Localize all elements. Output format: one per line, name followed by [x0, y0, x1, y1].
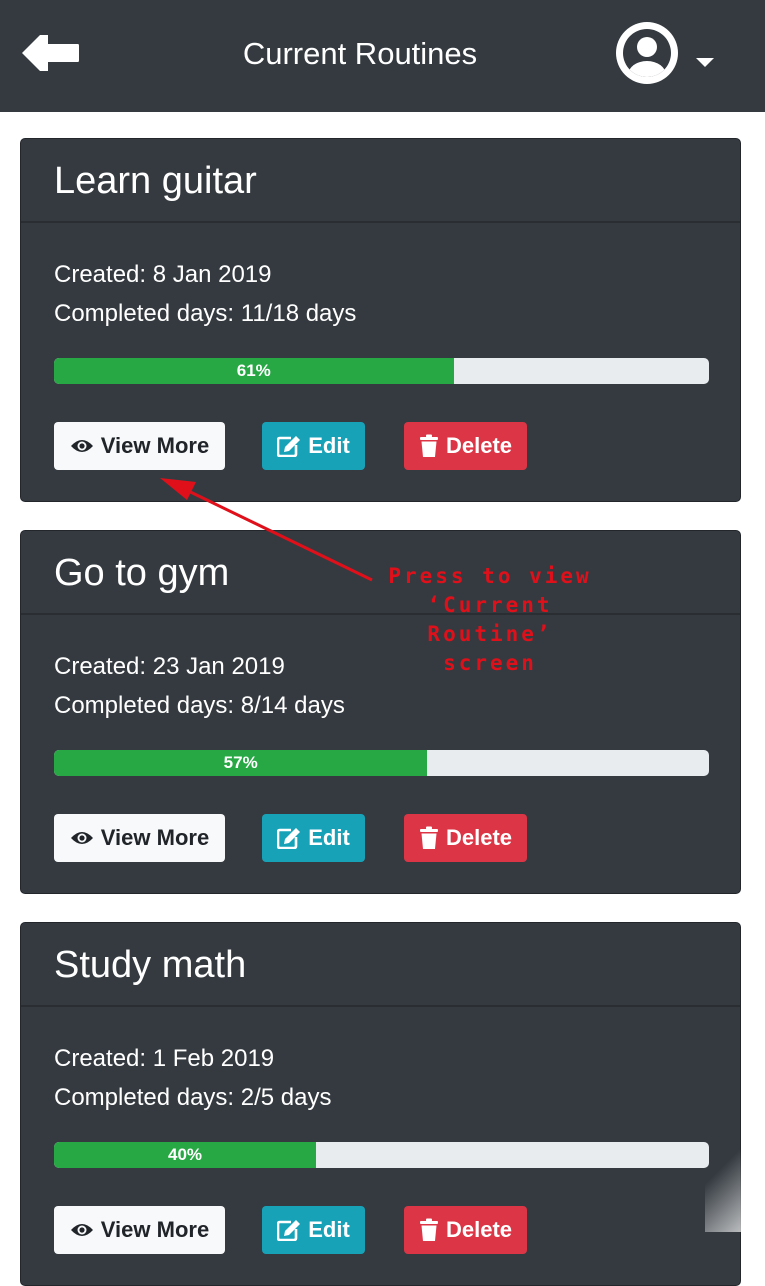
delete-button[interactable]: Delete [404, 422, 527, 470]
edit-icon [277, 827, 301, 849]
user-circle-icon [615, 22, 679, 89]
edit-label: Edit [308, 1217, 350, 1242]
routine-title: Learn guitar [54, 160, 257, 202]
routine-card-header: Study math [21, 923, 740, 1007]
edit-label: Edit [308, 433, 350, 458]
annotation-line: Press to view [388, 564, 592, 588]
routine-created-date: Created: 23 Jan 2019 [54, 653, 285, 680]
edit-button[interactable]: Edit [262, 422, 365, 470]
routine-completed-days: Completed days: 11/18 days [54, 300, 357, 327]
user-avatar-button[interactable] [615, 21, 679, 85]
progress-fill: 61% [54, 358, 454, 384]
routine-title: Go to gym [54, 552, 230, 594]
edit-button[interactable]: Edit [262, 814, 365, 862]
trash-icon [419, 826, 439, 850]
trash-icon [419, 434, 439, 458]
annotation-callout: Press to view ‘Current Routine’ screen [360, 562, 620, 678]
routine-card: Learn guitar Created: 8 Jan 2019 Complet… [20, 138, 741, 502]
caret-down-icon [694, 56, 716, 73]
view-more-label: View More [100, 433, 210, 458]
eye-icon [70, 1222, 94, 1238]
delete-label: Delete [445, 825, 513, 850]
edit-label: Edit [308, 825, 350, 850]
annotation-line: ‘Current Routine’ [427, 593, 553, 646]
eye-icon [70, 830, 94, 846]
routine-progress-bar: 61% [54, 358, 709, 384]
edit-button[interactable]: Edit [262, 1206, 365, 1254]
page-title: Current Routines [242, 36, 478, 71]
routine-completed-days: Completed days: 8/14 days [54, 692, 345, 719]
routine-card: Study math Created: 1 Feb 2019 Completed… [20, 922, 741, 1286]
edit-icon [277, 435, 301, 457]
view-more-label: View More [100, 825, 210, 850]
routine-created-date: Created: 1 Feb 2019 [54, 1045, 275, 1072]
edit-icon [277, 1219, 301, 1241]
view-more-button[interactable]: View More [54, 1206, 225, 1254]
annotation-line: screen [443, 651, 537, 675]
routine-completed-days: Completed days: 2/5 days [54, 1084, 332, 1111]
delete-button[interactable]: Delete [404, 1206, 527, 1254]
delete-label: Delete [445, 1217, 513, 1242]
routine-created-date: Created: 8 Jan 2019 [54, 261, 272, 288]
delete-label: Delete [445, 433, 513, 458]
eye-icon [70, 438, 94, 454]
view-more-label: View More [100, 1217, 210, 1242]
trash-icon [419, 1218, 439, 1242]
routine-card-header: Learn guitar [21, 139, 740, 223]
progress-fill: 57% [54, 750, 428, 776]
routine-progress-bar: 40% [54, 1142, 709, 1168]
delete-button[interactable]: Delete [404, 814, 527, 862]
routine-progress-bar: 57% [54, 750, 709, 776]
user-menu-toggle[interactable] [694, 55, 716, 69]
view-more-button[interactable]: View More [54, 814, 225, 862]
routine-title: Study math [54, 944, 247, 986]
progress-fill: 40% [54, 1142, 316, 1168]
top-navbar: Current Routines [0, 0, 765, 112]
view-more-button[interactable]: View More [54, 422, 225, 470]
